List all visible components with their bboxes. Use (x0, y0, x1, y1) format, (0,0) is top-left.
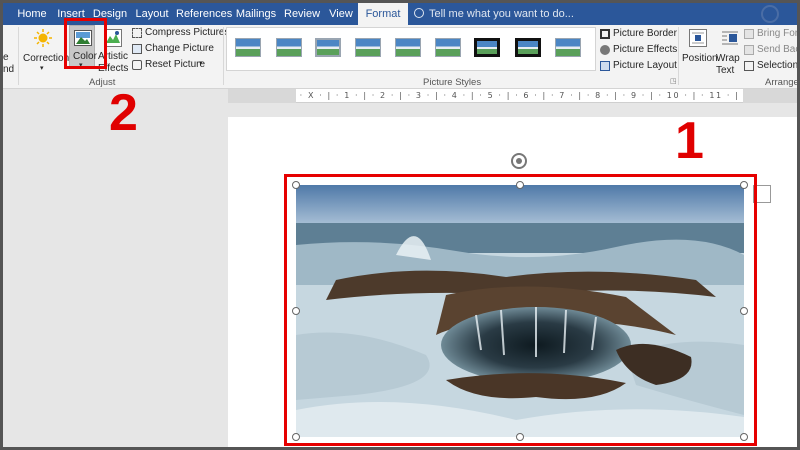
border-icon (600, 29, 610, 39)
rotate-handle-icon[interactable] (511, 153, 527, 169)
picture-effects-button[interactable]: Picture Effects (600, 44, 678, 57)
chevron-down-icon: ▾ (199, 60, 203, 67)
sun-icon (34, 29, 52, 47)
highlight-box-color (64, 18, 107, 69)
group-separator (678, 27, 679, 85)
highlight-box-picture (284, 174, 757, 446)
wrap-text-icon (722, 31, 738, 45)
change-picture-label: Change Picture (145, 43, 214, 54)
chevron-down-icon: ▾ (40, 65, 44, 72)
callout-number-2: 2 (109, 84, 138, 142)
selection-pane-button[interactable]: Selection Pa (744, 60, 799, 73)
tab-mailings[interactable]: Mailings (235, 3, 277, 25)
wrap-label-1: Wrap (716, 53, 740, 64)
picture-style-thumb[interactable] (235, 38, 261, 57)
horizontal-ruler[interactable]: · 2 · | · 1 · | · X · | · 1 · | · 2 · | … (228, 89, 797, 103)
ribbon: e nd Corrections ▾ Color ▾ Artistic Effe… (3, 25, 800, 89)
reset-picture-label: Reset Picture (145, 59, 206, 70)
send-backward-icon (744, 45, 754, 55)
callout-number-1: 1 (675, 112, 704, 170)
tab-layout[interactable]: Layout (133, 3, 171, 25)
picture-border-button[interactable]: Picture Border (600, 28, 677, 41)
tab-home[interactable]: Home (11, 3, 53, 25)
ribbon-tab-bar: Home Insert Design Layout References Mai… (3, 3, 797, 26)
picture-styles-gallery[interactable]: ▴▾▾ (226, 27, 596, 71)
send-backward-label: Send Backw (757, 44, 800, 55)
account-icon[interactable] (761, 5, 779, 23)
picture-layout-label: Picture Layout (613, 60, 677, 71)
wrap-label-2: Text (716, 65, 735, 76)
bring-forward-label: Bring Forwa (757, 28, 799, 39)
change-picture-button[interactable]: Change Picture (132, 43, 222, 56)
picture-layout-button[interactable]: Picture Layout (600, 60, 677, 73)
position-icon (689, 29, 707, 47)
selection-pane-label: Selection Pa (757, 60, 799, 71)
corrections-button[interactable]: Corrections ▾ (20, 27, 74, 73)
lightbulb-icon (414, 8, 424, 18)
truncated-label-2: nd (3, 64, 15, 75)
picture-style-thumb[interactable] (315, 38, 341, 57)
bring-forward-icon (744, 29, 754, 39)
bring-forward-button[interactable]: Bring Forwa (744, 28, 799, 41)
dialog-launcher-icon[interactable]: ◳ (670, 77, 677, 85)
ruler-margin-left (228, 89, 296, 103)
tab-references[interactable]: References (176, 3, 232, 25)
change-picture-icon (132, 44, 142, 54)
effects-icon (600, 45, 610, 55)
truncated-label-1: e (3, 52, 9, 63)
arrange-group-label: Arrange (765, 77, 799, 88)
picture-style-thumb[interactable] (435, 38, 461, 57)
compress-icon (132, 28, 142, 38)
picture-border-label: Picture Border (613, 28, 677, 39)
position-button[interactable]: Position (682, 27, 718, 73)
picture-style-thumb[interactable] (276, 38, 302, 57)
tab-format[interactable]: Format (358, 3, 408, 26)
send-backward-button[interactable]: Send Backw (744, 44, 800, 57)
group-separator (223, 27, 224, 85)
picture-style-thumb[interactable] (555, 38, 581, 57)
reset-picture-button[interactable]: Reset Picture ▾ (132, 59, 222, 72)
wrap-text-button[interactable]: Wrap Text (716, 27, 744, 76)
document-gap (228, 103, 797, 117)
picture-style-thumb[interactable] (355, 38, 381, 57)
tell-me-box[interactable]: Tell me what you want to do... (414, 3, 574, 25)
group-separator (18, 27, 19, 85)
compress-label: Compress Pictures (145, 27, 230, 38)
reset-icon (132, 60, 142, 70)
layout-icon (600, 61, 610, 71)
tab-view[interactable]: View (325, 3, 357, 25)
picture-style-thumb[interactable] (395, 38, 421, 57)
tab-review[interactable]: Review (284, 3, 320, 25)
picture-style-thumb[interactable] (515, 38, 541, 57)
picture-style-thumb[interactable] (474, 38, 500, 57)
picture-styles-group-label: Picture Styles (423, 77, 482, 88)
tell-me-text: Tell me what you want to do... (429, 8, 574, 20)
ruler-margin-right (743, 89, 797, 103)
position-label: Position (682, 53, 718, 64)
word-window: Home Insert Design Layout References Mai… (0, 0, 800, 450)
selection-pane-icon (744, 61, 754, 71)
picture-effects-label: Picture Effects (613, 44, 678, 55)
compress-pictures-button[interactable]: Compress Pictures (132, 27, 229, 40)
